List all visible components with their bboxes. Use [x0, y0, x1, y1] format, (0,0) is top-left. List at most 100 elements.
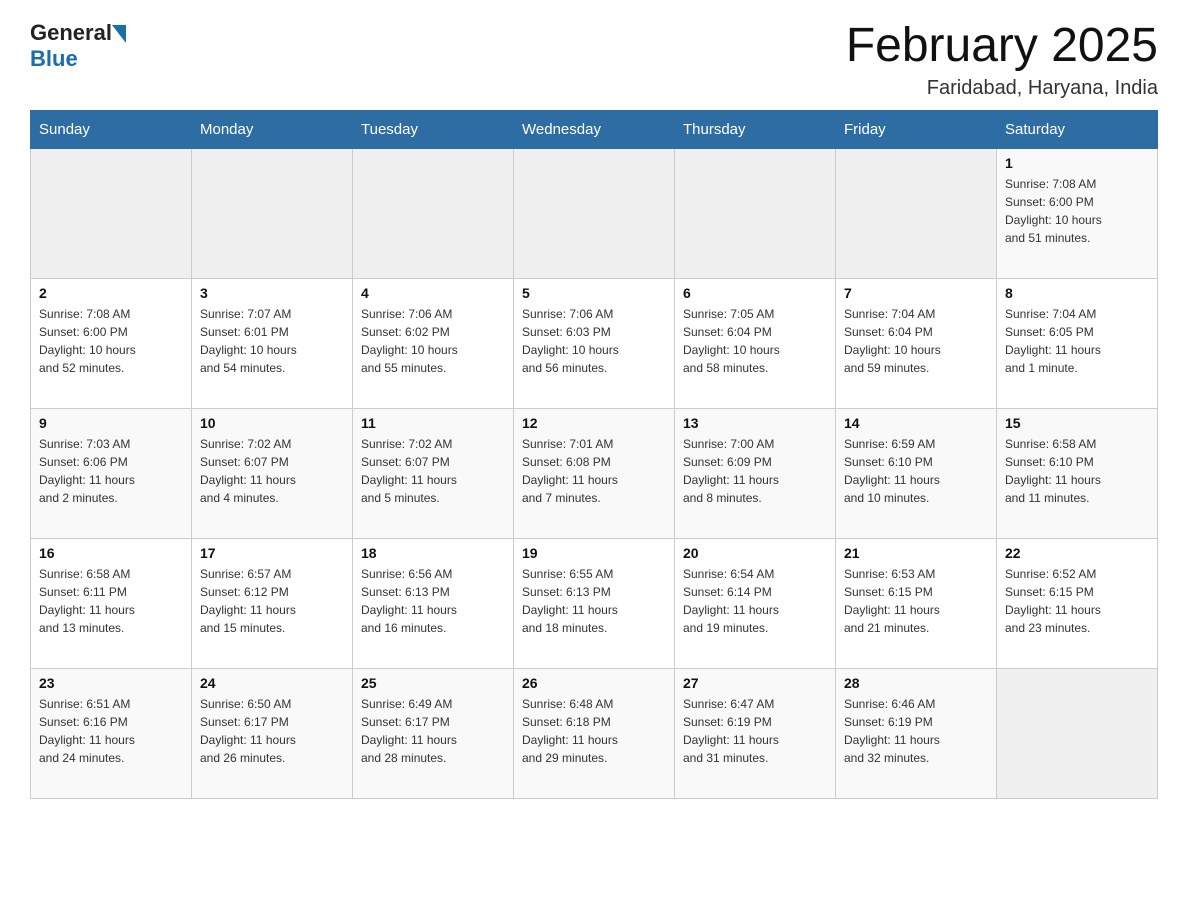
calendar-cell: 22 Sunrise: 6:52 AM Sunset: 6:15 PM Dayli…: [997, 538, 1158, 668]
day-info: Sunrise: 7:02 AM Sunset: 6:07 PM Dayligh…: [361, 435, 505, 507]
day-number: 20: [683, 545, 827, 561]
day-info: Sunrise: 6:52 AM Sunset: 6:15 PM Dayligh…: [1005, 565, 1149, 637]
day-number: 14: [844, 415, 988, 431]
page-header: General Blue February 2025 Faridabad, Ha…: [30, 20, 1158, 100]
day-number: 17: [200, 545, 344, 561]
calendar-cell: 5 Sunrise: 7:06 AM Sunset: 6:03 PM Daylig…: [514, 278, 675, 408]
day-number: 6: [683, 285, 827, 301]
day-info: Sunrise: 7:01 AM Sunset: 6:08 PM Dayligh…: [522, 435, 666, 507]
day-number: 4: [361, 285, 505, 301]
calendar-cell: 3 Sunrise: 7:07 AM Sunset: 6:01 PM Daylig…: [192, 278, 353, 408]
day-info: Sunrise: 6:59 AM Sunset: 6:10 PM Dayligh…: [844, 435, 988, 507]
logo-arrow-icon: [112, 25, 126, 43]
calendar-cell: [836, 148, 997, 278]
calendar-cell: [353, 148, 514, 278]
day-number: 7: [844, 285, 988, 301]
calendar-cell: 12 Sunrise: 7:01 AM Sunset: 6:08 PM Dayli…: [514, 408, 675, 538]
day-header-thursday: Thursday: [675, 110, 836, 148]
day-info: Sunrise: 7:00 AM Sunset: 6:09 PM Dayligh…: [683, 435, 827, 507]
day-header-friday: Friday: [836, 110, 997, 148]
day-number: 5: [522, 285, 666, 301]
calendar-cell: 18Sunrise: 6:56 AM Sunset: 6:13 PM Dayli…: [353, 538, 514, 668]
title-block: February 2025 Faridabad, Haryana, India: [846, 20, 1158, 100]
calendar-cell: 15Sunrise: 6:58 AM Sunset: 6:10 PM Dayli…: [997, 408, 1158, 538]
day-number: 18: [361, 545, 505, 561]
day-info: Sunrise: 6:48 AM Sunset: 6:18 PM Dayligh…: [522, 695, 666, 767]
day-info: Sunrise: 6:58 AM Sunset: 6:11 PM Dayligh…: [39, 565, 183, 637]
day-number: 13: [683, 415, 827, 431]
day-number: 15: [1005, 415, 1149, 431]
calendar-cell: 25 Sunrise: 6:49 AM Sunset: 6:17 PM Dayli…: [353, 668, 514, 798]
calendar-cell: 21 Sunrise: 6:53 AM Sunset: 6:15 PM Dayli…: [836, 538, 997, 668]
day-info: Sunrise: 6:55 AM Sunset: 6:13 PM Dayligh…: [522, 565, 666, 637]
day-info: Sunrise: 7:04 AM Sunset: 6:05 PM Dayligh…: [1005, 305, 1149, 377]
calendar-cell: 17 Sunrise: 6:57 AM Sunset: 6:12 PM Dayli…: [192, 538, 353, 668]
day-number: 26: [522, 675, 666, 691]
day-number: 9: [39, 415, 183, 431]
calendar-header-row: SundayMondayTuesdayWednesdayThursdayFrid…: [31, 110, 1158, 148]
logo-blue-text: Blue: [30, 46, 78, 72]
day-header-sunday: Sunday: [31, 110, 192, 148]
day-info: Sunrise: 6:53 AM Sunset: 6:15 PM Dayligh…: [844, 565, 988, 637]
location-text: Faridabad, Haryana, India: [846, 77, 1158, 100]
calendar-cell: 11 Sunrise: 7:02 AM Sunset: 6:07 PM Dayli…: [353, 408, 514, 538]
calendar-cell: 7 Sunrise: 7:04 AM Sunset: 6:04 PM Daylig…: [836, 278, 997, 408]
day-info: Sunrise: 7:08 AM Sunset: 6:00 PM Dayligh…: [1005, 175, 1149, 247]
calendar-cell: [192, 148, 353, 278]
calendar-cell: 2 Sunrise: 7:08 AM Sunset: 6:00 PM Daylig…: [31, 278, 192, 408]
day-number: 16: [39, 545, 183, 561]
day-info: Sunrise: 6:47 AM Sunset: 6:19 PM Dayligh…: [683, 695, 827, 767]
day-info: Sunrise: 7:04 AM Sunset: 6:04 PM Dayligh…: [844, 305, 988, 377]
day-header-tuesday: Tuesday: [353, 110, 514, 148]
day-info: Sunrise: 6:46 AM Sunset: 6:19 PM Dayligh…: [844, 695, 988, 767]
calendar-cell: [31, 148, 192, 278]
calendar-cell: 14 Sunrise: 6:59 AM Sunset: 6:10 PM Dayli…: [836, 408, 997, 538]
calendar-cell: 24Sunrise: 6:50 AM Sunset: 6:17 PM Dayli…: [192, 668, 353, 798]
day-info: Sunrise: 6:50 AM Sunset: 6:17 PM Dayligh…: [200, 695, 344, 767]
day-number: 11: [361, 415, 505, 431]
day-header-wednesday: Wednesday: [514, 110, 675, 148]
month-title: February 2025: [846, 20, 1158, 73]
calendar-week-2: 2 Sunrise: 7:08 AM Sunset: 6:00 PM Daylig…: [31, 278, 1158, 408]
calendar-cell: 8 Sunrise: 7:04 AM Sunset: 6:05 PM Daylig…: [997, 278, 1158, 408]
day-info: Sunrise: 7:07 AM Sunset: 6:01 PM Dayligh…: [200, 305, 344, 377]
day-number: 27: [683, 675, 827, 691]
day-info: Sunrise: 7:06 AM Sunset: 6:03 PM Dayligh…: [522, 305, 666, 377]
calendar-cell: 19 Sunrise: 6:55 AM Sunset: 6:13 PM Dayli…: [514, 538, 675, 668]
calendar-cell: 6 Sunrise: 7:05 AM Sunset: 6:04 PM Daylig…: [675, 278, 836, 408]
logo: General Blue: [30, 20, 126, 72]
day-number: 19: [522, 545, 666, 561]
day-number: 23: [39, 675, 183, 691]
calendar-cell: 13 Sunrise: 7:00 AM Sunset: 6:09 PM Dayli…: [675, 408, 836, 538]
day-info: Sunrise: 6:57 AM Sunset: 6:12 PM Dayligh…: [200, 565, 344, 637]
calendar-cell: 16 Sunrise: 6:58 AM Sunset: 6:11 PM Dayli…: [31, 538, 192, 668]
day-number: 2: [39, 285, 183, 301]
day-number: 28: [844, 675, 988, 691]
calendar-week-4: 16 Sunrise: 6:58 AM Sunset: 6:11 PM Dayli…: [31, 538, 1158, 668]
day-number: 10: [200, 415, 344, 431]
calendar-cell: 20 Sunrise: 6:54 AM Sunset: 6:14 PM Dayli…: [675, 538, 836, 668]
day-header-saturday: Saturday: [997, 110, 1158, 148]
logo-general-text: General: [30, 20, 112, 46]
day-number: 12: [522, 415, 666, 431]
calendar-cell: 26 Sunrise: 6:48 AM Sunset: 6:18 PM Dayli…: [514, 668, 675, 798]
day-info: Sunrise: 7:06 AM Sunset: 6:02 PM Dayligh…: [361, 305, 505, 377]
day-number: 21: [844, 545, 988, 561]
day-info: Sunrise: 6:49 AM Sunset: 6:17 PM Dayligh…: [361, 695, 505, 767]
calendar-cell: 10Sunrise: 7:02 AM Sunset: 6:07 PM Dayli…: [192, 408, 353, 538]
day-number: 8: [1005, 285, 1149, 301]
day-number: 22: [1005, 545, 1149, 561]
calendar-cell: 1 Sunrise: 7:08 AM Sunset: 6:00 PM Daylig…: [997, 148, 1158, 278]
day-number: 3: [200, 285, 344, 301]
calendar-week-1: 1 Sunrise: 7:08 AM Sunset: 6:00 PM Daylig…: [31, 148, 1158, 278]
calendar-cell: [514, 148, 675, 278]
day-info: Sunrise: 7:05 AM Sunset: 6:04 PM Dayligh…: [683, 305, 827, 377]
day-info: Sunrise: 7:03 AM Sunset: 6:06 PM Dayligh…: [39, 435, 183, 507]
day-number: 1: [1005, 155, 1149, 171]
day-info: Sunrise: 6:54 AM Sunset: 6:14 PM Dayligh…: [683, 565, 827, 637]
day-number: 25: [361, 675, 505, 691]
calendar-cell: 28 Sunrise: 6:46 AM Sunset: 6:19 PM Dayli…: [836, 668, 997, 798]
calendar-cell: 27 Sunrise: 6:47 AM Sunset: 6:19 PM Dayli…: [675, 668, 836, 798]
day-info: Sunrise: 7:08 AM Sunset: 6:00 PM Dayligh…: [39, 305, 183, 377]
day-info: Sunrise: 6:51 AM Sunset: 6:16 PM Dayligh…: [39, 695, 183, 767]
